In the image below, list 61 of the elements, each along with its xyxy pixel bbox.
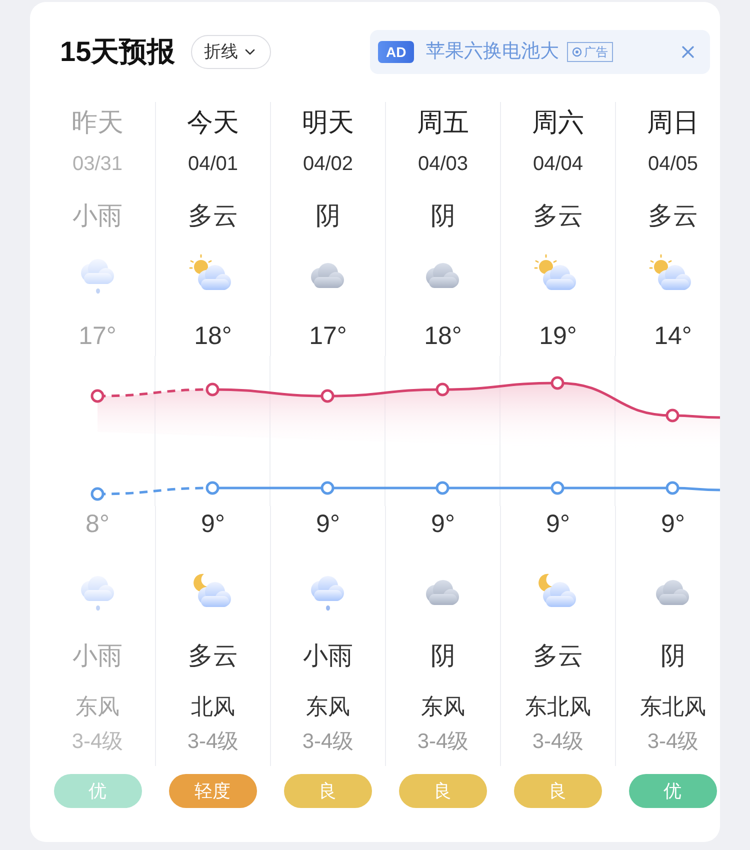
wind-level: 3-4级	[72, 729, 124, 755]
air-quality-badge: 优	[628, 774, 716, 808]
low-temperature: 9°	[431, 509, 455, 540]
day-weather: 多云	[188, 201, 238, 232]
day-weather: 小雨	[72, 201, 122, 232]
air-quality-badge: 良	[398, 774, 486, 808]
ad-banner[interactable]: AD 苹果六换电池大 广告	[370, 30, 710, 74]
night-weather: 阴	[430, 641, 456, 672]
air-quality-badge: 良	[284, 774, 372, 808]
wind-direction: 东北风	[525, 693, 591, 721]
high-temperature: 18°	[194, 321, 232, 352]
wind-level: 3-4级	[532, 729, 584, 755]
high-temperature: 19°	[539, 321, 577, 352]
day-weather: 阴	[316, 201, 340, 232]
wind-direction: 北风	[191, 693, 235, 721]
day-name: 周日	[647, 106, 699, 139]
high-temperature: 17°	[309, 321, 347, 352]
air-quality-badge: 轻度	[168, 774, 256, 808]
view-dropdown[interactable]: 折线	[191, 35, 272, 69]
day-date: 04/02	[302, 152, 354, 177]
high-temperature: 14°	[654, 321, 692, 352]
night-weather: 多云	[188, 641, 238, 672]
night-weather: 阴	[660, 641, 686, 672]
day-name: 昨天	[72, 106, 124, 139]
day-weather: 阴	[430, 201, 456, 232]
low-temperature: 9°	[316, 509, 340, 540]
wind-direction: 东风	[76, 693, 120, 721]
ad-badge: AD	[378, 41, 414, 63]
night-weather: 小雨	[72, 641, 122, 672]
wind-level: 3-4级	[187, 729, 239, 755]
low-temperature: 9°	[201, 509, 225, 540]
air-quality-badge: 良	[514, 774, 602, 808]
day-name: 周五	[417, 106, 469, 139]
day-weather: 多云	[533, 201, 583, 232]
wind-direction: 东北风	[640, 693, 706, 721]
day-name: 今天	[187, 106, 239, 139]
wind-direction: 东风	[421, 693, 465, 721]
low-temperature: 9°	[546, 509, 570, 540]
wind-level: 3-4级	[417, 729, 469, 755]
night-weather: 多云	[533, 641, 583, 672]
section-title: 15天预报	[60, 35, 176, 69]
air-quality-badge: 优	[54, 774, 142, 808]
day-date: 04/01	[188, 152, 238, 177]
wind-direction: 东风	[306, 693, 350, 721]
day-date: 03/31	[72, 152, 123, 177]
low-temperature: 9°	[661, 509, 685, 540]
target-icon	[572, 47, 582, 57]
day-name: 周六	[532, 106, 584, 139]
high-temperature: 17°	[78, 321, 116, 352]
wind-level: 3-4级	[302, 729, 354, 755]
day-date: 04/04	[532, 152, 584, 177]
day-date: 04/05	[648, 152, 698, 177]
ad-text: 苹果六换电池大	[426, 40, 560, 64]
night-weather: 小雨	[303, 641, 353, 672]
day-weather: 多云	[648, 201, 698, 232]
low-temperature: 8°	[86, 509, 110, 540]
wind-level: 3-4级	[647, 729, 699, 755]
day-date: 04/03	[418, 152, 468, 177]
ad-tag: 广告	[567, 42, 614, 62]
day-name: 明天	[302, 106, 354, 139]
high-temperature: 18°	[424, 321, 462, 352]
